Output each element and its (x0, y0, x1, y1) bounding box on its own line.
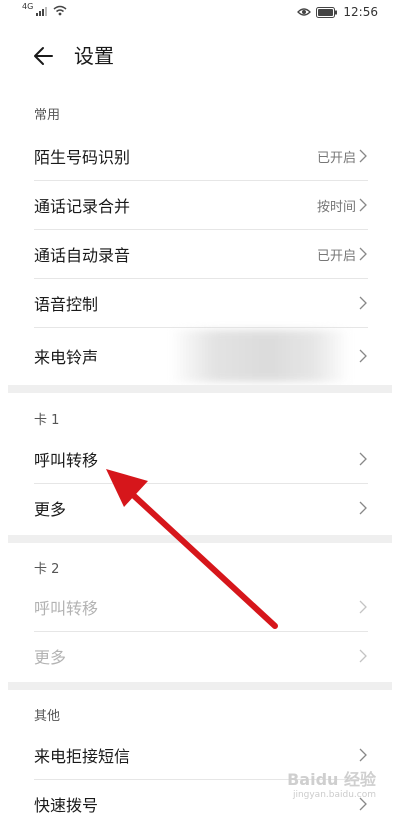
app-header: 设置 (0, 36, 400, 76)
back-button[interactable] (30, 42, 58, 70)
list-item-label: 来电拒接短信 (34, 747, 131, 766)
section-label-sim2: 卡 2 (34, 562, 60, 577)
page-title: 设置 (74, 44, 114, 68)
chevron-right-icon (359, 748, 367, 762)
status-left: 4G (22, 1, 67, 16)
list-item-label: 快速拨号 (34, 796, 99, 815)
list-item-label: 更多 (34, 648, 67, 667)
wifi-icon (53, 5, 67, 16)
list-item-label: 通话自动录音 (34, 246, 131, 265)
list-item-label: 语音控制 (34, 295, 99, 314)
list-item-unknown-number-id[interactable]: 陌生号码识别 已开启 (34, 132, 368, 180)
clock-time: 12:56 (343, 5, 378, 19)
divider (34, 327, 368, 328)
list-item-value: 已开启 (316, 150, 356, 166)
list-item-sim2-more: 更多 (34, 632, 368, 680)
eye-icon (297, 8, 312, 16)
battery-icon (316, 6, 338, 18)
list-item-label: 更多 (34, 500, 67, 519)
section-separator (8, 385, 392, 393)
list-item-value: 已开启 (316, 248, 356, 264)
status-right: 12:56 (297, 5, 378, 19)
chevron-right-icon (359, 198, 367, 212)
list-item-label: 呼叫转移 (34, 599, 99, 618)
chevron-right-icon (359, 501, 367, 515)
section-separator (8, 682, 392, 690)
section-label-sim1: 卡 1 (34, 413, 60, 428)
signal-icon (36, 7, 48, 16)
chevron-right-icon (359, 296, 367, 310)
chevron-right-icon (359, 452, 367, 466)
list-item-sim1-call-forwarding[interactable]: 呼叫转移 (34, 435, 368, 483)
status-bar: 4G 12:56 (0, 0, 400, 28)
list-item-value: 按时间 (316, 199, 356, 215)
list-item-sim1-more[interactable]: 更多 (34, 484, 368, 532)
chevron-right-icon (359, 349, 367, 363)
watermark-url: jingyan.baidu.com (292, 790, 376, 800)
list-item-call-log-merge[interactable]: 通话记录合并 按时间 (34, 181, 368, 229)
section-label-other: 其他 (34, 709, 61, 724)
section-label-common: 常用 (34, 108, 61, 123)
list-item-label: 陌生号码识别 (34, 148, 131, 167)
network-type-label: 4G (22, 1, 34, 11)
list-item-label: 来电铃声 (34, 348, 99, 367)
arrow-left-icon (34, 47, 53, 65)
chevron-right-icon (359, 600, 367, 614)
section-separator (8, 535, 392, 543)
list-item-voice-control[interactable]: 语音控制 (34, 279, 368, 327)
list-item-label: 通话记录合并 (34, 197, 131, 216)
list-item-ringtone[interactable]: 来电铃声 (34, 332, 368, 380)
chevron-right-icon (359, 247, 367, 261)
chevron-right-icon (359, 149, 367, 163)
baidu-watermark: Baidu 经验 jingyan.baidu.com (287, 766, 376, 800)
list-item-sim2-call-forwarding: 呼叫转移 (34, 583, 368, 631)
watermark-brand: Baidu 经验 (287, 770, 376, 789)
list-item-label: 呼叫转移 (34, 451, 99, 470)
chevron-right-icon (359, 649, 367, 663)
list-item-auto-record[interactable]: 通话自动录音 已开启 (34, 230, 368, 278)
